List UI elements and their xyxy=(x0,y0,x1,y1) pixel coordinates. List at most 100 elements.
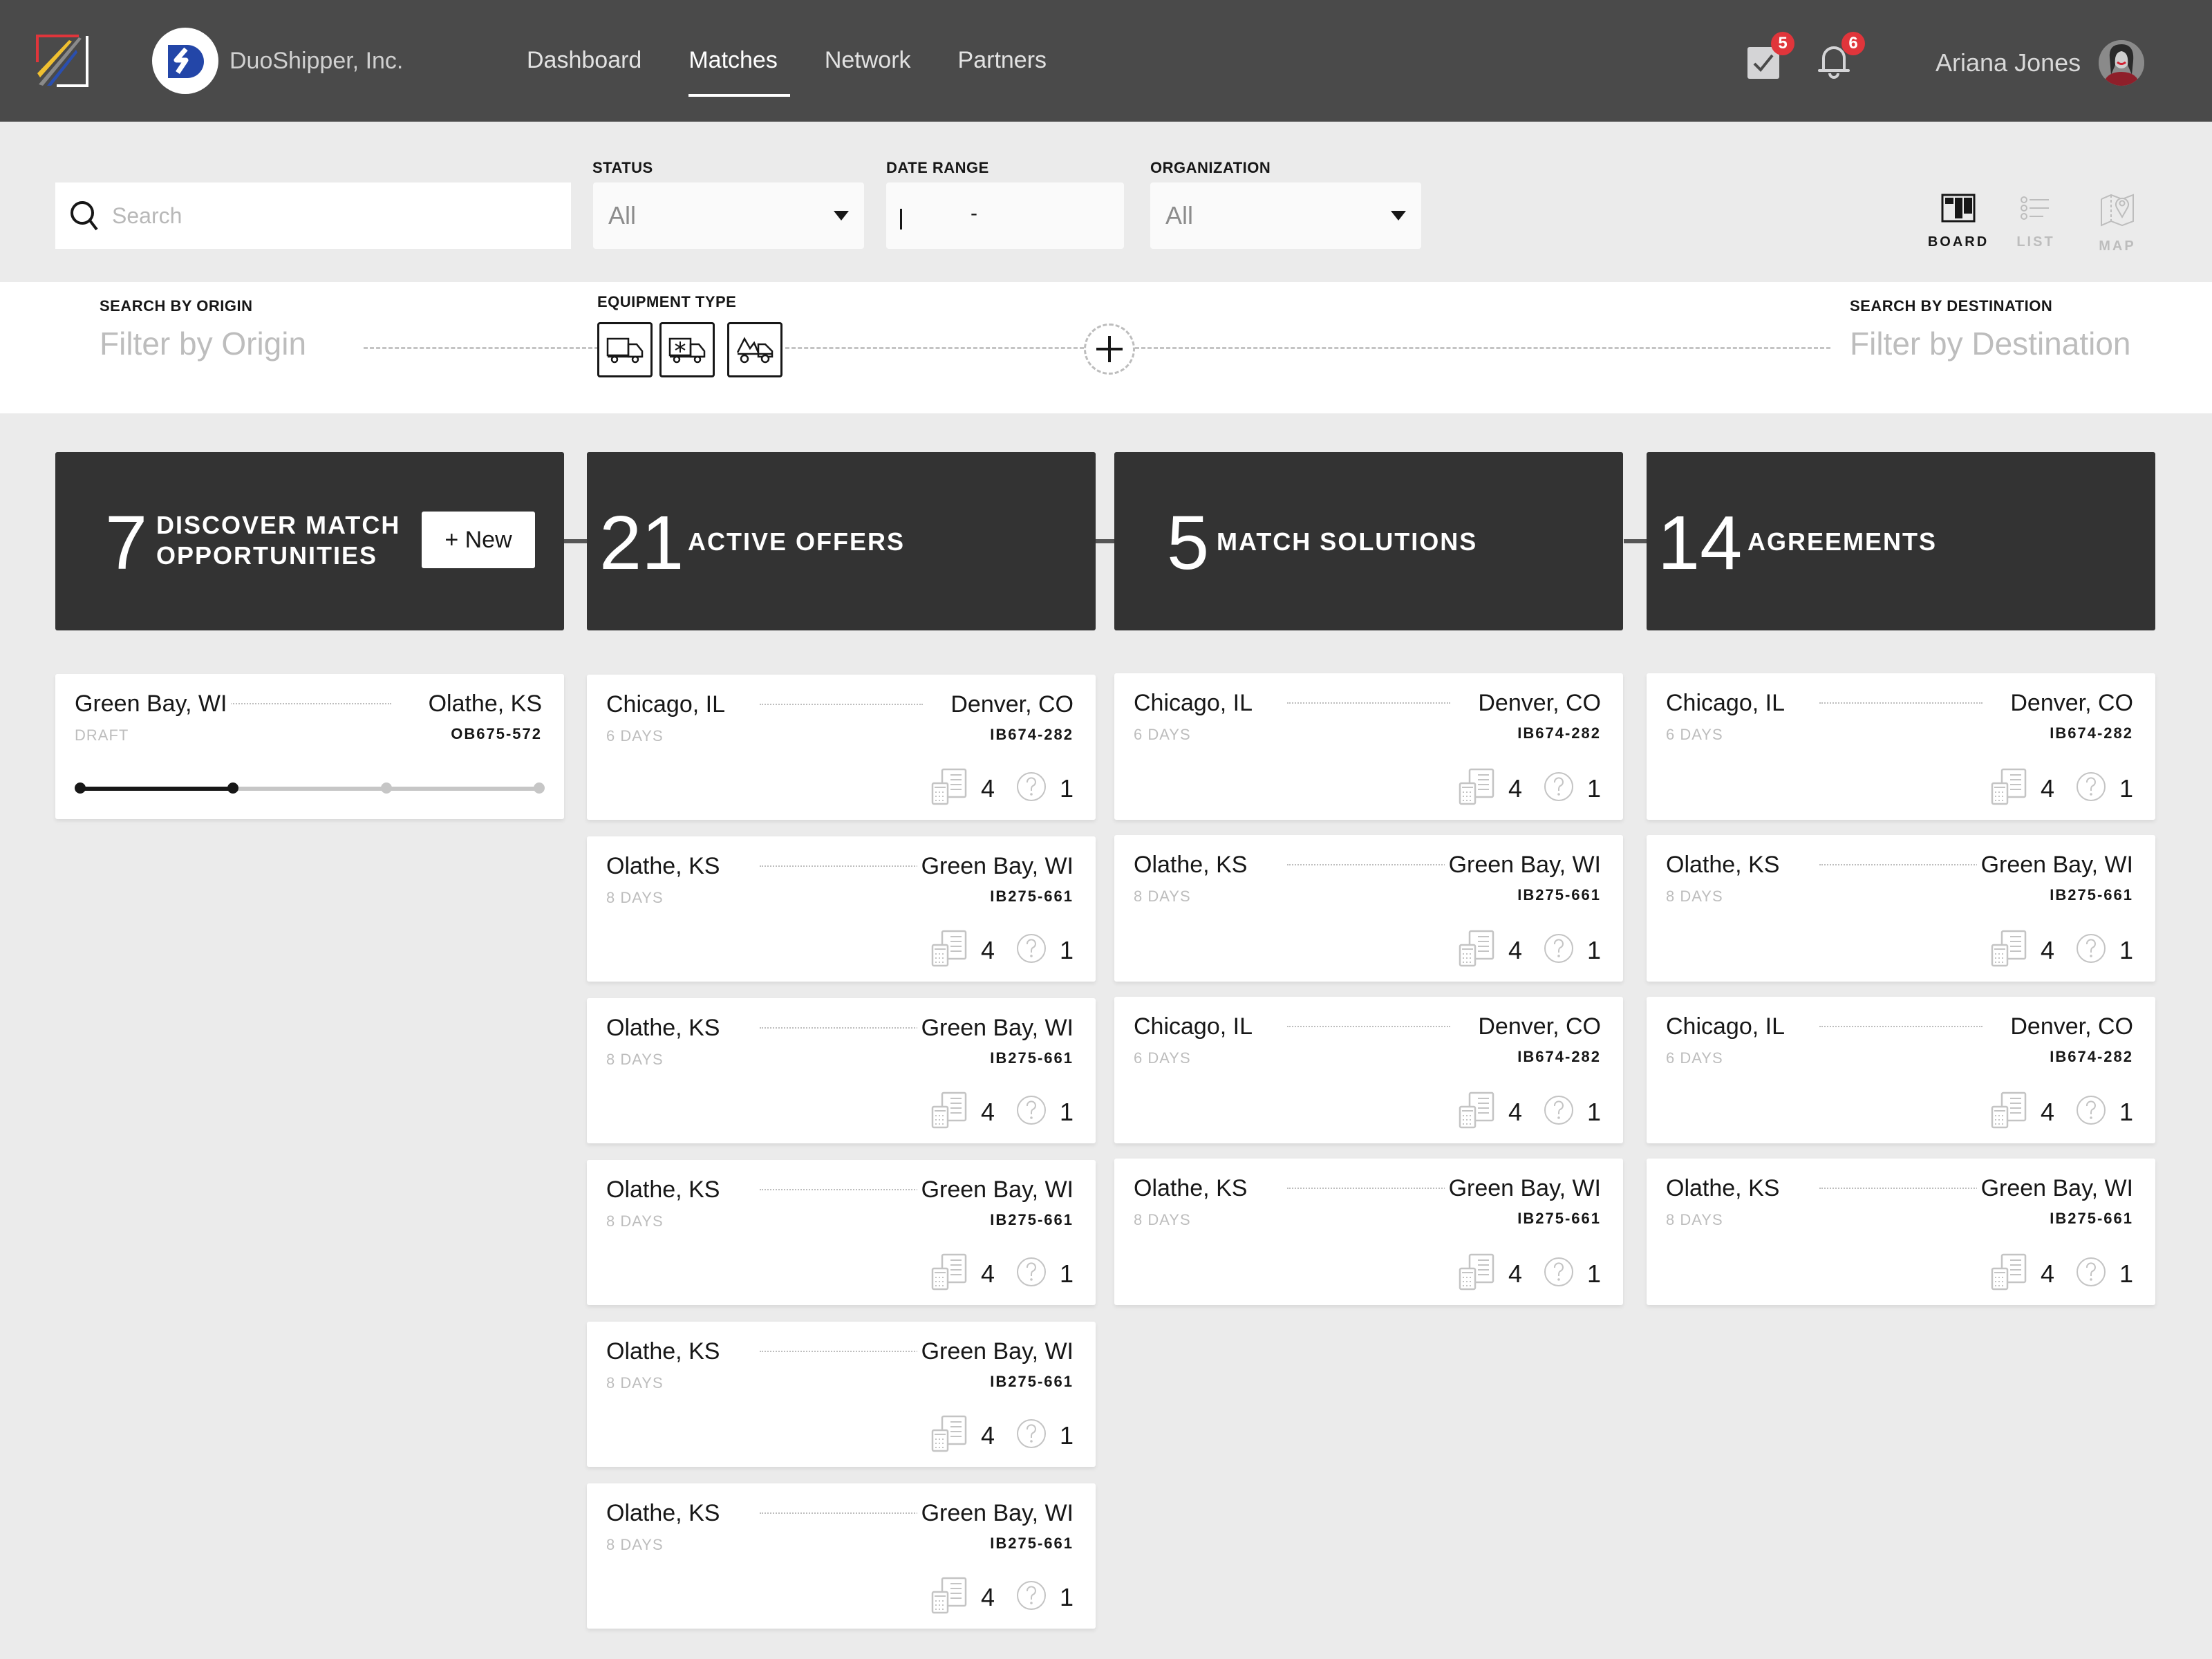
card-footer: 41 xyxy=(1991,1091,2133,1132)
question-icon xyxy=(2076,1257,2106,1286)
card-status: 6 DAYS xyxy=(1666,1049,1723,1067)
match-card[interactable]: Olathe, KS Green Bay, WI 8 DAYS IB275-661 4 1 xyxy=(587,836,1096,982)
questions-indicator[interactable] xyxy=(1543,1256,1575,1291)
documents-indicator[interactable] xyxy=(1991,768,2028,809)
notifications-button[interactable]: 6 xyxy=(1817,32,1865,83)
documents-indicator[interactable] xyxy=(1991,1091,2028,1132)
tasks-button[interactable]: 5 xyxy=(1746,32,1794,83)
date-range-input[interactable]: - xyxy=(886,182,1124,249)
match-card[interactable]: Olathe, KS Green Bay, WI 8 DAYS IB275-661 4 1 xyxy=(1647,1159,2155,1305)
nav-matches[interactable]: Matches xyxy=(688,41,790,97)
match-card[interactable]: Olathe, KS Green Bay, WI 8 DAYS IB275-661 4 1 xyxy=(1647,835,2155,982)
route-dotted-line xyxy=(1819,1188,1983,1189)
documents-indicator[interactable] xyxy=(1991,930,2028,971)
questions-indicator[interactable] xyxy=(1543,771,1575,806)
origin-input[interactable] xyxy=(100,325,348,362)
match-card[interactable]: Olathe, KS Green Bay, WI 8 DAYS IB275-661 4 1 xyxy=(1114,1159,1623,1305)
documents-indicator[interactable] xyxy=(931,768,968,809)
route-filter-bar: SEARCH BY ORIGIN EQUIPMENT TYPE xyxy=(0,282,2212,413)
equipment-box-truck-button[interactable] xyxy=(597,322,653,377)
card-origin: Chicago, IL xyxy=(1666,687,1789,719)
card-destination: Green Bay, WI xyxy=(1976,1172,2133,1204)
text-cursor xyxy=(900,209,902,229)
view-map-button[interactable]: MAP xyxy=(2086,194,2148,254)
documents-indicator[interactable] xyxy=(1991,1253,2028,1294)
card-status: 8 DAYS xyxy=(1666,1211,1723,1228)
match-card[interactable]: Olathe, KS Green Bay, WI 8 DAYS IB275-661 4 1 xyxy=(587,998,1096,1143)
question-icon xyxy=(1016,772,1046,801)
questions-indicator[interactable] xyxy=(1015,771,1047,806)
documents-indicator[interactable] xyxy=(931,1577,968,1618)
card-destination: Green Bay, WI xyxy=(917,850,1074,882)
questions-indicator[interactable] xyxy=(2075,771,2107,806)
documents-indicator[interactable] xyxy=(931,1253,968,1294)
view-list-button[interactable]: LIST xyxy=(2005,194,2067,250)
documents-indicator[interactable] xyxy=(1459,1253,1496,1294)
documents-indicator[interactable] xyxy=(1459,930,1496,971)
match-card[interactable]: Olathe, KS Green Bay, WI 8 DAYS IB275-661 4 1 xyxy=(587,1483,1096,1629)
org-logo[interactable] xyxy=(152,28,218,94)
status-value: All xyxy=(608,201,637,229)
questions-indicator[interactable] xyxy=(2075,1256,2107,1291)
equipment-reefer-button[interactable] xyxy=(659,322,715,377)
search-input[interactable] xyxy=(112,203,527,229)
nav-dashboard[interactable]: Dashboard xyxy=(527,41,641,79)
card-origin: Olathe, KS xyxy=(606,1012,724,1044)
route-dotted-line xyxy=(1287,864,1450,865)
nav-network[interactable]: Network xyxy=(825,41,911,79)
status-select[interactable]: All xyxy=(593,182,864,249)
match-card[interactable]: Olathe, KS Green Bay, WI 8 DAYS IB275-661 4 1 xyxy=(587,1160,1096,1305)
add-stop-button[interactable] xyxy=(1084,324,1135,375)
documents-indicator[interactable] xyxy=(931,930,968,971)
question-icon xyxy=(1016,1096,1046,1125)
nav-partners[interactable]: Partners xyxy=(958,41,1047,79)
questions-indicator[interactable] xyxy=(2075,1094,2107,1130)
match-card[interactable]: Chicago, IL Denver, CO 6 DAYS IB674-282 4 1 xyxy=(587,675,1096,820)
match-card[interactable]: Chicago, IL Denver, CO 6 DAYS IB674-282 4 1 xyxy=(1114,673,1623,820)
card-origin: Chicago, IL xyxy=(606,688,729,720)
card-reference: IB674-282 xyxy=(2050,724,2133,742)
view-board-button[interactable]: BOARD xyxy=(1927,194,1989,250)
column-title-line1: DISCOVER MATCH xyxy=(156,511,401,539)
match-card[interactable]: Olathe, KS Green Bay, WI 8 DAYS IB275-661 4 1 xyxy=(587,1322,1096,1467)
progress-fill xyxy=(80,787,234,791)
questions-count: 1 xyxy=(1059,1582,1074,1611)
questions-indicator[interactable] xyxy=(1015,1580,1047,1615)
app-logo-icon[interactable] xyxy=(36,35,88,87)
new-match-button[interactable]: + New xyxy=(422,512,535,568)
documents-indicator[interactable] xyxy=(1459,768,1496,809)
match-card[interactable]: Chicago, IL Denver, CO 6 DAYS IB674-282 4 1 xyxy=(1647,673,2155,820)
questions-indicator[interactable] xyxy=(1543,1094,1575,1130)
user-name[interactable]: Ariana Jones xyxy=(1936,46,2081,80)
documents-indicator[interactable] xyxy=(1459,1091,1496,1132)
match-card[interactable]: Chicago, IL Denver, CO 6 DAYS IB674-282 4 1 xyxy=(1114,997,1623,1143)
column-header-discover: 7 DISCOVER MATCH OPPORTUNITIES + New xyxy=(55,452,564,630)
documents-count: 4 xyxy=(980,935,995,964)
questions-indicator[interactable] xyxy=(2075,932,2107,968)
card-status: 8 DAYS xyxy=(606,889,664,906)
match-card[interactable]: Green Bay, WI Olathe, KS DRAFT OB675-572 xyxy=(55,674,564,819)
search-field[interactable] xyxy=(55,182,571,249)
card-origin: Olathe, KS xyxy=(606,1497,724,1529)
documents-count: 4 xyxy=(2040,935,2054,964)
equipment-flatbed-button[interactable] xyxy=(727,322,782,377)
match-card[interactable]: Olathe, KS Green Bay, WI 8 DAYS IB275-661 4 1 xyxy=(1114,835,1623,982)
card-reference: IB275-661 xyxy=(2050,886,2133,903)
questions-indicator[interactable] xyxy=(1015,932,1047,968)
documents-count: 4 xyxy=(980,1421,995,1450)
destination-input[interactable] xyxy=(1850,325,2168,362)
organization-select[interactable]: All xyxy=(1150,182,1421,249)
avatar[interactable] xyxy=(2099,40,2144,86)
documents-indicator[interactable] xyxy=(931,1091,968,1132)
card-reference: IB674-282 xyxy=(2050,1048,2133,1065)
questions-indicator[interactable] xyxy=(1015,1094,1047,1130)
documents-indicator[interactable] xyxy=(931,1415,968,1456)
card-reference: IB275-661 xyxy=(990,888,1074,905)
documents-icon xyxy=(931,768,967,805)
questions-indicator[interactable] xyxy=(1015,1418,1047,1453)
question-icon xyxy=(1016,934,1046,963)
questions-indicator[interactable] xyxy=(1543,932,1575,968)
match-card[interactable]: Chicago, IL Denver, CO 6 DAYS IB674-282 4 1 xyxy=(1647,997,2155,1143)
questions-indicator[interactable] xyxy=(1015,1256,1047,1291)
card-origin: Olathe, KS xyxy=(606,850,724,882)
